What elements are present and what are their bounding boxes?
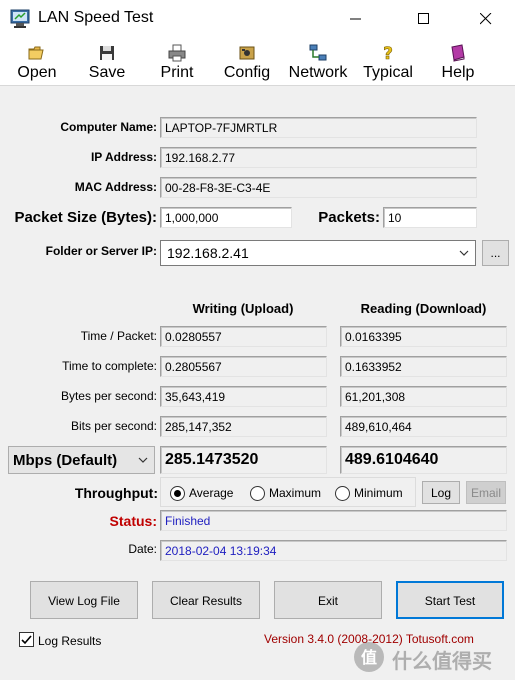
bytes-per-second-read: 61,201,308 (340, 386, 507, 407)
status-field: Finished (160, 510, 507, 531)
status-label: Status: (109, 513, 157, 529)
config-icon (239, 46, 255, 60)
bits-per-second-read: 489,610,464 (340, 416, 507, 437)
mac-address-field: 00-28-F8-3E-C3-4E (160, 177, 477, 198)
folder-open-icon (28, 46, 44, 60)
close-icon (480, 13, 492, 25)
window-title: LAN Speed Test (38, 9, 154, 26)
date-field: 2018-02-04 13:19:34 (160, 540, 507, 561)
config-button[interactable]: Config (221, 44, 273, 84)
open-button[interactable]: Open (15, 44, 59, 84)
bytes-per-second-label: Bytes per second: (60, 389, 157, 403)
folder-server-select[interactable]: 192.168.2.41 (160, 240, 476, 266)
checkmark-icon (21, 635, 32, 645)
bits-per-second-write: 285,147,352 (160, 416, 327, 437)
config-label: Config (223, 64, 271, 81)
time-per-packet-write: 0.0280557 (160, 326, 327, 347)
floppy-disk-icon (100, 46, 114, 60)
throughput-label: Throughput: (74, 485, 158, 501)
time-per-packet-label: Time / Packet: (80, 329, 157, 343)
start-test-button[interactable]: Start Test (396, 581, 504, 619)
email-button[interactable]: Email (466, 481, 506, 504)
ip-address-field: 192.168.2.77 (160, 147, 477, 168)
radio-maximum-indicator (250, 485, 265, 501)
typical-button[interactable]: ? Typical (361, 44, 415, 84)
save-button[interactable]: Save (86, 44, 128, 84)
save-label: Save (88, 64, 126, 81)
help-book-icon (451, 44, 465, 62)
packet-size-label: Packet Size (Bytes): (14, 209, 157, 226)
app-icon (10, 9, 30, 28)
network-label: Network (288, 64, 348, 81)
time-to-complete-label: Time to complete: (62, 359, 157, 373)
toolbar: Open Save Print Config Network ? Typical… (0, 40, 515, 86)
bits-per-second-label: Bits per second: (70, 419, 157, 433)
maximize-icon (418, 13, 429, 24)
date-label: Date: (128, 542, 157, 556)
radio-maximum-label: Maximum (269, 486, 322, 500)
reading-column-header: Reading (Download) (360, 301, 487, 316)
time-to-complete-write: 0.2805567 (160, 356, 327, 377)
radio-minimum[interactable]: Minimum (335, 485, 403, 501)
maximize-button[interactable] (401, 0, 447, 38)
unit-select[interactable]: Mbps (Default) (8, 446, 155, 474)
radio-minimum-indicator (335, 485, 350, 501)
network-icon (309, 44, 327, 61)
title-bar: LAN Speed Test (0, 0, 515, 40)
help-label: Help (441, 64, 475, 81)
packets-label: Packets: (318, 209, 380, 226)
minimize-icon (350, 18, 361, 20)
radio-average[interactable]: Average (170, 485, 233, 501)
packets-input[interactable]: 10 (383, 207, 477, 228)
mac-address-label: MAC Address: (74, 180, 157, 194)
computer-name-field: LAPTOP-7FJMRTLR (160, 117, 477, 138)
view-log-file-button[interactable]: View Log File (30, 581, 138, 619)
open-label: Open (17, 64, 57, 81)
clear-results-button[interactable]: Clear Results (152, 581, 260, 619)
print-label: Print (160, 64, 194, 81)
log-button[interactable]: Log (422, 481, 460, 504)
radio-minimum-label: Minimum (354, 486, 403, 500)
browse-button[interactable]: ... (482, 240, 509, 266)
unit-select-value: Mbps (Default) (13, 452, 118, 469)
help-question-icon: ? (383, 44, 393, 62)
bytes-per-second-write: 35,643,419 (160, 386, 327, 407)
throughput-radio-group: Average Maximum Minimum (160, 477, 416, 507)
radio-maximum[interactable]: Maximum (250, 485, 321, 501)
computer-name-label: Computer Name: (60, 120, 157, 134)
svg-text:值: 值 (361, 648, 377, 667)
ip-address-label: IP Address: (90, 150, 157, 164)
network-button[interactable]: Network (285, 44, 351, 84)
help-button[interactable]: Help (438, 44, 478, 84)
packet-size-input[interactable]: 1,000,000 (160, 207, 292, 228)
watermark-logo-icon: 值 (354, 642, 384, 672)
log-results-checkbox[interactable] (19, 632, 34, 647)
exit-button[interactable]: Exit (274, 581, 382, 619)
watermark: 值 什么值得买 (352, 640, 512, 674)
svg-text:?: ? (383, 44, 393, 62)
chevron-down-icon (459, 250, 469, 256)
radio-average-indicator (170, 485, 185, 501)
folder-server-value: 192.168.2.41 (167, 245, 249, 261)
log-results-label: Log Results (38, 634, 102, 648)
chevron-down-icon (138, 457, 148, 463)
printer-icon (168, 44, 186, 62)
minimize-button[interactable] (333, 0, 379, 38)
close-button[interactable] (463, 0, 509, 38)
print-button[interactable]: Print (157, 44, 197, 84)
watermark-text: 什么值得买 (392, 651, 492, 673)
read-mbps-result: 489.6104640 (340, 446, 507, 474)
typical-label: Typical (363, 64, 413, 81)
folder-server-label: Folder or Server IP: (45, 244, 157, 258)
time-to-complete-read: 0.1633952 (340, 356, 507, 377)
radio-average-label: Average (189, 486, 234, 500)
writing-column-header: Writing (Upload) (192, 301, 294, 316)
write-mbps-result: 285.1473520 (160, 446, 327, 474)
time-per-packet-read: 0.0163395 (340, 326, 507, 347)
